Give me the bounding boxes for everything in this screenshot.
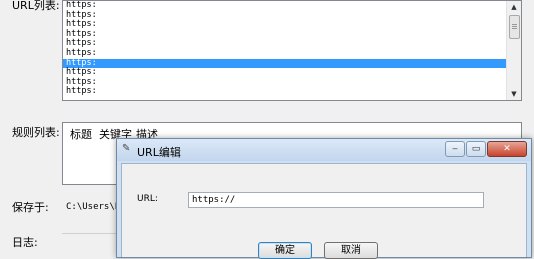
url-list-item[interactable]: https: — [63, 77, 507, 88]
rules-list-label: 规则列表: — [12, 126, 60, 139]
ok-button[interactable]: 确定 — [258, 242, 312, 259]
url-edit-dialog: ✎ URL编辑 ‒ ▭ ✕ URL: https:// 确定 取消 — [116, 138, 532, 259]
log-label: 日志: — [12, 236, 38, 249]
url-list-item[interactable]: https: — [63, 20, 507, 30]
url-list-item[interactable]: https: — [63, 68, 507, 78]
scroll-down-arrow-icon[interactable]: ▼ — [507, 88, 521, 100]
url-list-item[interactable]: https: — [63, 87, 507, 97]
app-icon: ✎ — [122, 143, 131, 154]
url-list-item[interactable]: https: — [63, 10, 507, 21]
url-list-item[interactable]: https: — [63, 29, 507, 40]
scroll-up-arrow-icon[interactable]: ▲ — [507, 1, 521, 13]
url-listbox[interactable]: https: https: https: https: https: https: http… — [62, 0, 522, 101]
scroll-thumb[interactable] — [509, 15, 520, 39]
close-icon[interactable]: ✕ — [487, 141, 527, 157]
url-list-item[interactable]: https: — [63, 48, 507, 59]
url-list-item[interactable]: https: — [63, 1, 507, 11]
url-field-label: URL: — [137, 194, 158, 204]
url-list-item[interactable]: https: — [63, 39, 507, 49]
dialog-body: URL: https:// 确定 取消 — [121, 163, 527, 259]
dialog-titlebar[interactable]: ✎ URL编辑 ‒ ▭ ✕ — [117, 139, 531, 161]
cancel-button[interactable]: 取消 — [324, 242, 378, 259]
url-input[interactable]: https:// — [188, 192, 484, 208]
url-rows: https: https: https: https: https: https: http… — [63, 1, 507, 100]
save-location-label: 保存于: — [12, 201, 49, 214]
url-list-item[interactable]: https: — [63, 58, 507, 69]
rule-header-title[interactable]: 标题 — [70, 126, 92, 142]
log-area-top-edge — [62, 233, 122, 234]
url-list-scrollbar[interactable]: ▲ ▼ — [506, 1, 521, 100]
maximize-icon[interactable]: ▭ — [466, 141, 486, 157]
dialog-title: URL编辑 — [137, 146, 181, 159]
url-list-label: URL列表: — [12, 0, 60, 12]
minimize-icon[interactable]: ‒ — [445, 141, 465, 157]
